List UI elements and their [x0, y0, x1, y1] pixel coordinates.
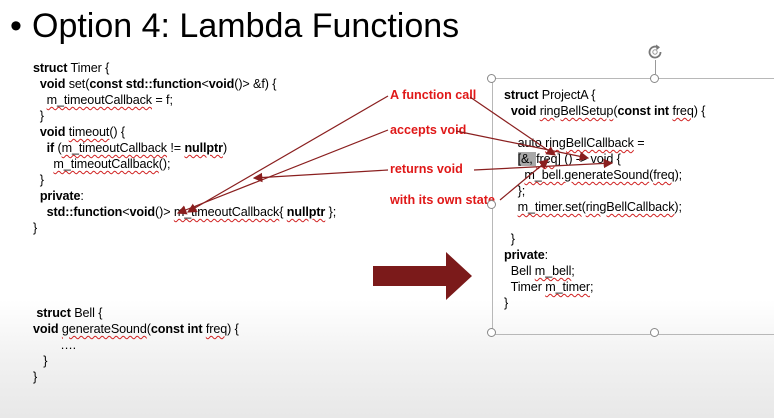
arrow-function-call-right — [469, 96, 556, 156]
resize-handle-top-left[interactable] — [487, 74, 496, 83]
big-right-arrow — [373, 252, 472, 300]
resize-handle-top-center[interactable] — [650, 74, 659, 83]
arrow-accepts-void-right — [455, 130, 590, 162]
resize-handle-middle-left[interactable] — [487, 200, 496, 209]
resize-handle-bottom-center[interactable] — [650, 328, 659, 337]
rotate-handle-stem — [655, 60, 656, 75]
arrow-own-state — [499, 159, 549, 201]
arrow-function-call-left — [186, 95, 389, 213]
arrow-returns-void-left — [252, 169, 389, 183]
annotation-arrows — [176, 95, 614, 300]
rotate-icon[interactable] — [645, 42, 665, 62]
resize-handle-bottom-left[interactable] — [487, 328, 496, 337]
